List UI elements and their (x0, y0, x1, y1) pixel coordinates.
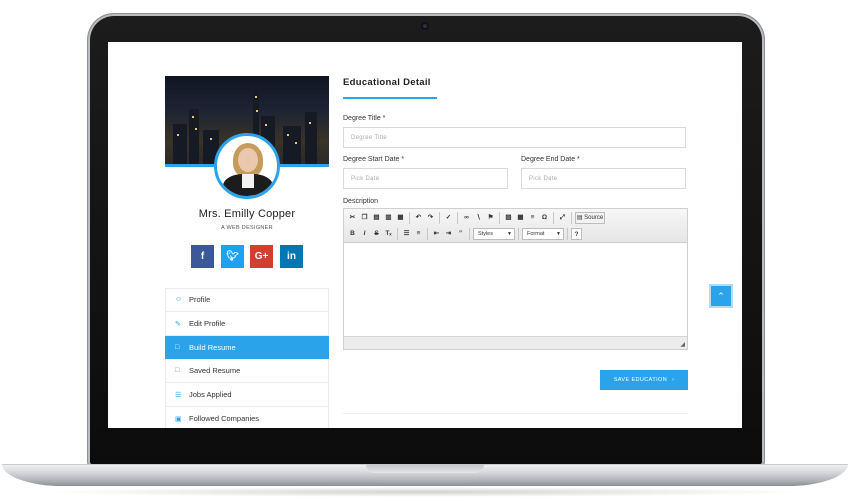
sidebar-item-profile[interactable]: ☺ Profile (165, 288, 329, 312)
scroll-to-top-button[interactable]: ⌃ (709, 284, 733, 308)
italic-icon[interactable]: I (359, 228, 370, 240)
laptop-frame: Mrs. Emilly Copper A WEB DESIGNER f 🐦︎ G… (0, 0, 850, 501)
special-char-icon[interactable]: Ω (539, 212, 550, 224)
google-plus-icon: G+ (254, 251, 269, 262)
avatar (214, 133, 280, 199)
sidebar-item-label: Jobs Applied (189, 390, 232, 399)
file-icon: □ (175, 367, 180, 374)
strike-icon[interactable]: S (371, 228, 382, 240)
redo-icon[interactable]: ↷ (425, 212, 436, 224)
link-icon[interactable]: ∞ (461, 212, 472, 224)
profile-name: Mrs. Emilly Copper (198, 208, 296, 220)
indent-icon[interactable]: ⇥ (443, 228, 454, 240)
blockquote-icon[interactable]: ” (455, 228, 466, 240)
chevron-down-icon: ▼ (507, 231, 512, 237)
degree-title-input[interactable]: Degree Title (343, 127, 686, 148)
divider (343, 413, 688, 414)
numbered-list-icon[interactable]: ☰ (401, 228, 412, 240)
start-date-input[interactable]: Pick Date (343, 168, 508, 189)
linkedin-button[interactable]: in (280, 245, 303, 268)
google-plus-button[interactable]: G+ (250, 245, 273, 268)
paste-text-icon[interactable]: ▥ (383, 212, 394, 224)
anchor-icon[interactable]: ⚑ (485, 212, 496, 224)
laptop-notch (366, 464, 484, 473)
cut-icon[interactable]: ✂ (347, 212, 358, 224)
screen: Mrs. Emilly Copper A WEB DESIGNER f 🐦︎ G… (108, 42, 742, 428)
end-date-label: Degree End Date * (521, 156, 580, 163)
facebook-button[interactable]: f (191, 245, 214, 268)
bullet-list-icon[interactable]: ≡ (413, 228, 424, 240)
sidebar-item-edit-profile[interactable]: ✎ Edit Profile (165, 312, 329, 336)
paste-icon[interactable]: ▤ (371, 212, 382, 224)
resize-handle-icon[interactable]: ◢ (680, 341, 685, 348)
source-button[interactable]: ▤ Source (575, 212, 605, 224)
bold-icon[interactable]: B (347, 228, 358, 240)
sidebar-item-label: Build Resume (189, 342, 236, 352)
editor-content[interactable] (344, 243, 687, 336)
sidebar-item-saved-resume[interactable]: □ Saved Resume (165, 359, 329, 383)
editor-footer: ◢ (344, 336, 687, 349)
remove-format-icon[interactable]: Tₓ (383, 228, 394, 240)
chevron-down-icon: ▼ (556, 231, 561, 237)
sidebar-item-label: Saved Resume (189, 366, 241, 375)
twitter-icon: 🐦︎ (226, 251, 239, 262)
unlink-icon[interactable]: ∖ (473, 212, 484, 224)
copy-icon[interactable]: ❐ (359, 212, 370, 224)
description-label: Description (343, 198, 379, 205)
horizontal-rule-icon[interactable]: ≡ (527, 212, 538, 224)
help-icon[interactable]: ? (571, 228, 582, 240)
description-editor[interactable]: ✂ ❐ ▤ ▥ ▦ ↶ ↷ ✓ ∞ ∖ ⚑ ▨ ▦ ≡ Ω ⤢ ▤ Source… (343, 208, 688, 350)
start-date-label: Degree Start Date * (343, 156, 405, 163)
user-icon: ☺ (175, 296, 183, 303)
profile-role: A WEB DESIGNER (221, 225, 273, 231)
edit-icon: ✎ (175, 320, 181, 328)
chevron-right-icon: › (672, 377, 675, 383)
facebook-icon: f (200, 251, 205, 262)
save-education-button[interactable]: SAVE EDUCATION › (600, 370, 688, 390)
table-icon[interactable]: ▦ (515, 212, 526, 224)
sidebar-menu: ☺ Profile ✎ Edit Profile □ Build Resume … (165, 288, 329, 428)
image-icon[interactable]: ▨ (503, 212, 514, 224)
list-icon: ☰ (175, 391, 182, 399)
end-date-input[interactable]: Pick Date (521, 168, 686, 189)
file-icon: □ (175, 343, 180, 351)
page-title: Educational Detail (343, 77, 431, 88)
format-select[interactable]: Format ▼ (522, 228, 564, 240)
camera-icon (421, 22, 429, 30)
paste-word-icon[interactable]: ▦ (395, 212, 406, 224)
styles-select[interactable]: Styles ▼ (473, 228, 515, 240)
building-icon: ▣ (175, 415, 182, 423)
spellcheck-icon[interactable]: ✓ (443, 212, 454, 224)
chevron-up-icon: ⌃ (717, 290, 725, 301)
editor-toolbar: ✂ ❐ ▤ ▥ ▦ ↶ ↷ ✓ ∞ ∖ ⚑ ▨ ▦ ≡ Ω ⤢ ▤ Source… (344, 209, 687, 243)
sidebar-item-label: Edit Profile (189, 319, 226, 328)
source-icon: ▤ (576, 215, 583, 221)
save-button-label: SAVE EDUCATION (613, 377, 668, 383)
laptop-shadow (40, 487, 810, 497)
linkedin-icon: in (287, 251, 296, 262)
sidebar-item-label: Profile (189, 295, 211, 304)
sidebar-item-jobs-applied[interactable]: ☰ Jobs Applied (165, 383, 329, 407)
title-underline (343, 97, 437, 99)
maximize-icon[interactable]: ⤢ (557, 212, 568, 224)
degree-title-label: Degree Title * (343, 115, 386, 122)
undo-icon[interactable]: ↶ (413, 212, 424, 224)
twitter-button[interactable]: 🐦︎ (221, 245, 244, 268)
sidebar-item-build-resume[interactable]: □ Build Resume (165, 336, 329, 359)
sidebar-item-followed-companies[interactable]: ▣ Followed Companies (165, 407, 329, 428)
outdent-icon[interactable]: ⇤ (431, 228, 442, 240)
sidebar-item-label: Followed Companies (189, 414, 260, 423)
